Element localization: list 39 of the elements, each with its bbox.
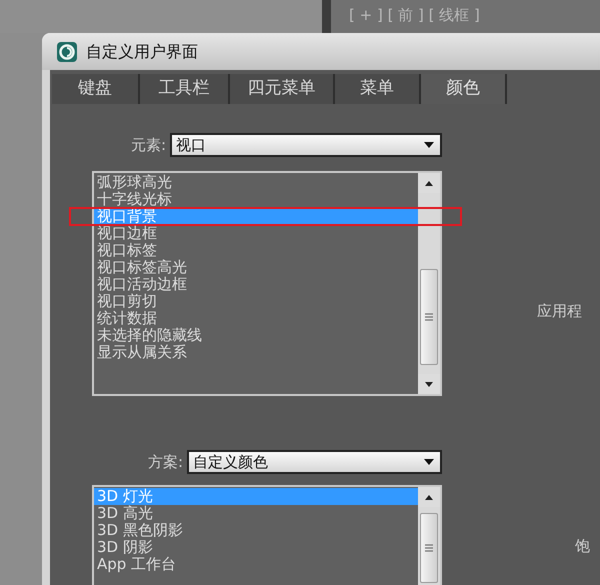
list-item[interactable]: 3D 高光 [94, 505, 418, 522]
dropdown[interactable]: 自定义颜色 [187, 450, 442, 474]
scrollbar-thumb[interactable] [420, 513, 438, 583]
tab[interactable]: 菜单 [335, 74, 421, 104]
side-label: 饱 [575, 536, 590, 557]
list-item[interactable]: 视口活动边框 [94, 276, 418, 293]
list-item[interactable]: 视口标签高光 [94, 259, 418, 276]
down-arrow-icon [425, 382, 433, 386]
up-arrow-icon [425, 180, 433, 186]
list-item[interactable]: 弧形球高光 [94, 174, 418, 191]
list-item[interactable]: 视口边框 [94, 225, 418, 242]
list-item[interactable]: 3D 黑色阴影 [94, 522, 418, 539]
list-item[interactable]: 3D 灯光 [94, 488, 418, 505]
app-icon [56, 40, 78, 62]
tab[interactable]: 工具栏 [140, 74, 230, 104]
scrollbar[interactable] [418, 487, 440, 585]
list-item[interactable]: 视口标签 [94, 242, 418, 259]
caret-icon [424, 459, 434, 465]
grip-icon [425, 313, 433, 321]
tab[interactable]: 键盘 [52, 74, 140, 104]
window-title: 自定义用户界面 [86, 40, 198, 62]
caret-icon [424, 142, 434, 148]
tab[interactable]: 四元菜单 [230, 74, 335, 104]
side-label: 应用程 [537, 301, 582, 322]
list-item[interactable]: 未选择的隐藏线 [94, 327, 418, 344]
field-label: 元素: [130, 134, 167, 156]
scrollbar-thumb[interactable] [420, 269, 438, 365]
field-label: 方案: [146, 452, 184, 473]
dropdown[interactable]: 视口 [170, 133, 442, 157]
grip-icon [425, 544, 433, 552]
viewport-label: [ + ] [ 前 ] [ 线框 ] [349, 6, 480, 24]
list-item[interactable]: 十字线光标 [94, 191, 418, 208]
list-item[interactable]: 显示从属关系 [94, 344, 418, 361]
list-item[interactable]: App 工作台 [94, 556, 418, 573]
list-item[interactable]: 视口剪切 [94, 293, 418, 310]
scrollbar[interactable] [418, 173, 440, 394]
list-item[interactable]: 3D 阴影 [94, 539, 418, 556]
up-arrow-icon [425, 494, 433, 500]
list-item[interactable]: 统计数据 [94, 310, 418, 327]
